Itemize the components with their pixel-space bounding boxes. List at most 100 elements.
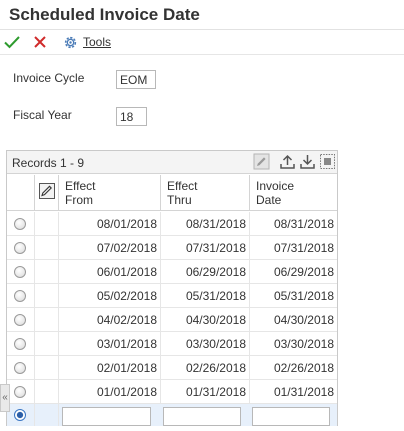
fiscal-year-field[interactable] xyxy=(116,107,147,126)
table-row[interactable]: 06/01/2018 06/29/2018 06/29/2018 xyxy=(7,260,337,284)
download-button[interactable] xyxy=(299,153,316,170)
effect-thru-cell: 02/26/2018 xyxy=(161,356,250,380)
tools-label: Tools xyxy=(83,35,112,49)
invoice-date-cell: 06/29/2018 xyxy=(273,265,334,279)
row-select-radio[interactable] xyxy=(14,218,26,230)
table-row[interactable]: 05/02/2018 05/31/2018 05/31/2018 xyxy=(7,284,337,308)
invoice-date-cell: 07/31/2018 xyxy=(273,241,334,255)
row-exit-cell xyxy=(35,404,59,426)
ok-button[interactable] xyxy=(3,33,21,51)
row-select-radio[interactable] xyxy=(14,266,26,278)
invoice-date-cell: 05/31/2018 xyxy=(273,289,334,303)
row-select-cell xyxy=(7,212,35,236)
row-select-radio[interactable] xyxy=(14,290,26,302)
grid-view-button[interactable] xyxy=(319,153,336,170)
row-exit-cell xyxy=(35,236,59,260)
row-select-cell xyxy=(7,404,35,426)
effect-from-cell: 01/01/2018 xyxy=(59,380,161,404)
tools-menu-button[interactable]: Tools xyxy=(63,33,111,51)
table-row[interactable]: 08/01/2018 08/31/2018 08/31/2018 xyxy=(7,212,337,236)
cancel-button[interactable] xyxy=(31,33,49,51)
row-exit-cell xyxy=(35,380,59,404)
column-header-effect-from-line1: Effect xyxy=(65,179,96,193)
edit-row-icon xyxy=(39,183,55,199)
title-divider xyxy=(0,29,404,30)
checkmark-icon xyxy=(4,36,20,49)
row-select-radio[interactable] xyxy=(14,386,26,398)
fiscal-year-label: Fiscal Year xyxy=(13,108,72,122)
invoice-cycle-label: Invoice Cycle xyxy=(13,71,85,85)
page-title: Scheduled Invoice Date xyxy=(9,5,200,24)
column-header-invoice-date-line1: Invoice xyxy=(256,179,295,193)
toolbar: Tools xyxy=(0,32,404,52)
table-row[interactable]: 04/02/2018 04/30/2018 04/30/2018 xyxy=(7,308,337,332)
column-header-effect-thru-line2: Thru xyxy=(167,193,192,207)
records-count: Records 1 - 9 xyxy=(12,156,85,170)
row-select-radio[interactable] xyxy=(14,314,26,326)
effect-from-cell: 03/01/2018 xyxy=(59,332,161,356)
select-column-header xyxy=(7,175,35,211)
row-select-radio[interactable] xyxy=(14,338,26,350)
row-exit-cell xyxy=(35,212,59,236)
row-select-cell xyxy=(7,380,35,404)
table-row[interactable]: 02/01/2018 02/26/2018 02/26/2018 xyxy=(7,356,337,380)
row-exit-column-header[interactable] xyxy=(35,175,59,211)
row-exit-cell xyxy=(35,260,59,284)
pencil-icon xyxy=(253,153,270,170)
row-select-cell xyxy=(7,356,35,380)
column-header-effect-thru[interactable]: Effect Thru xyxy=(161,175,250,211)
toolbar-divider xyxy=(0,54,404,55)
row-select-radio-selected[interactable] xyxy=(14,409,26,421)
row-select-cell xyxy=(7,260,35,284)
upload-button[interactable] xyxy=(279,153,296,170)
effect-from-cell: 02/01/2018 xyxy=(59,356,161,380)
row-exit-cell xyxy=(35,356,59,380)
gear-icon xyxy=(64,36,77,48)
new-entry-row[interactable] xyxy=(7,404,337,426)
invoice-date-cell: 03/30/2018 xyxy=(273,337,334,351)
row-select-cell xyxy=(7,308,35,332)
invoice-date-cell: 01/31/2018 xyxy=(273,385,334,399)
grid-view-icon xyxy=(320,154,335,169)
row-exit-cell xyxy=(35,332,59,356)
effect-thru-cell: 03/30/2018 xyxy=(161,332,250,356)
column-header-effect-from-line2: From xyxy=(65,193,93,207)
row-exit-cell xyxy=(35,284,59,308)
effect-thru-cell: 08/31/2018 xyxy=(161,212,250,236)
invoice-dates-grid: Records 1 - 9 Effect From Effect Thru In… xyxy=(6,150,338,426)
effect-thru-cell: 05/31/2018 xyxy=(161,284,250,308)
effect-from-cell: 08/01/2018 xyxy=(59,212,161,236)
row-select-cell xyxy=(7,236,35,260)
table-row[interactable]: 07/02/2018 07/31/2018 07/31/2018 xyxy=(7,236,337,260)
edit-button[interactable] xyxy=(253,153,270,170)
effect-from-cell: 04/02/2018 xyxy=(59,308,161,332)
new-invoice-date-input[interactable] xyxy=(252,407,330,426)
row-select-radio[interactable] xyxy=(14,362,26,374)
table-row[interactable]: 03/01/2018 03/30/2018 03/30/2018 xyxy=(7,332,337,356)
download-icon xyxy=(300,155,315,169)
new-effect-from-input[interactable] xyxy=(62,407,151,426)
table-row[interactable]: 01/01/2018 01/31/2018 01/31/2018 xyxy=(7,380,337,404)
invoice-cycle-field[interactable] xyxy=(116,70,156,89)
column-header-effect-thru-line1: Effect xyxy=(167,179,198,193)
row-exit-cell xyxy=(35,308,59,332)
upload-icon xyxy=(280,154,295,169)
effect-from-cell: 05/02/2018 xyxy=(59,284,161,308)
column-header-invoice-date-line2: Date xyxy=(256,193,282,207)
grid-header-bar: Records 1 - 9 xyxy=(7,151,337,174)
close-icon xyxy=(34,36,46,48)
column-header-effect-from[interactable]: Effect From xyxy=(59,175,161,211)
effect-from-cell: 07/02/2018 xyxy=(59,236,161,260)
column-header-invoice-date[interactable]: Invoice Date xyxy=(250,175,337,211)
invoice-date-cell: 08/31/2018 xyxy=(273,217,334,231)
effect-thru-cell: 07/31/2018 xyxy=(161,236,250,260)
new-effect-thru-input[interactable] xyxy=(163,407,241,426)
row-select-cell xyxy=(7,284,35,308)
effect-thru-cell: 06/29/2018 xyxy=(161,260,250,284)
effect-thru-cell: 01/31/2018 xyxy=(161,380,250,404)
invoice-date-cell: 02/26/2018 xyxy=(273,361,334,375)
collapse-panel-tab[interactable]: « xyxy=(0,384,10,412)
effect-thru-cell: 04/30/2018 xyxy=(161,308,250,332)
row-select-cell xyxy=(7,332,35,356)
row-select-radio[interactable] xyxy=(14,242,26,254)
